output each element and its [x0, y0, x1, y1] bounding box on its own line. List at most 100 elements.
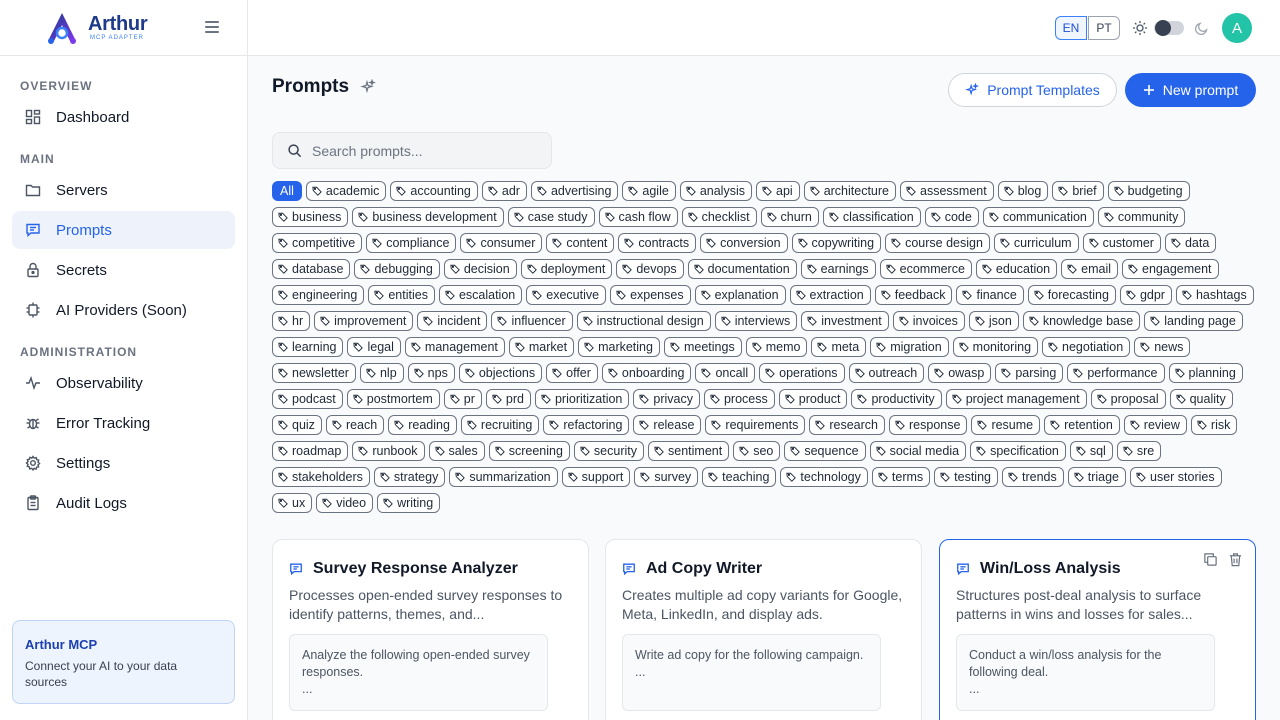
- tag-chip[interactable]: proposal: [1090, 389, 1166, 409]
- tag-chip[interactable]: release: [633, 415, 702, 435]
- tag-chip[interactable]: cash flow: [598, 207, 678, 227]
- theme-toggle[interactable]: [1154, 20, 1184, 36]
- tag-chip[interactable]: user stories: [1130, 467, 1222, 487]
- menu-toggle-icon[interactable]: [205, 21, 219, 33]
- tag-chip[interactable]: memo: [745, 337, 808, 357]
- tag-chip[interactable]: expenses: [610, 285, 691, 305]
- tag-chip[interactable]: quiz: [272, 415, 322, 435]
- tag-chip[interactable]: improvement: [314, 311, 414, 331]
- tag-chip[interactable]: oncall: [695, 363, 756, 383]
- tag-chip[interactable]: retention: [1044, 415, 1120, 435]
- trash-icon[interactable]: [1228, 552, 1243, 567]
- tag-all[interactable]: All: [272, 181, 302, 201]
- tag-chip[interactable]: architecture: [803, 181, 896, 201]
- tag-chip[interactable]: reading: [388, 415, 457, 435]
- tag-chip[interactable]: performance: [1067, 363, 1165, 383]
- tag-chip[interactable]: adr: [481, 181, 527, 201]
- tag-chip[interactable]: owasp: [928, 363, 992, 383]
- tag-chip[interactable]: seo: [733, 441, 781, 461]
- tag-chip[interactable]: hr: [272, 311, 311, 331]
- tag-chip[interactable]: newsletter: [272, 363, 356, 383]
- search-input[interactable]: [312, 142, 532, 159]
- tag-chip[interactable]: specification: [970, 441, 1066, 461]
- tag-chip[interactable]: summarization: [449, 467, 558, 487]
- tag-chip[interactable]: gdpr: [1119, 285, 1172, 305]
- tag-chip[interactable]: engineering: [272, 285, 365, 305]
- tag-chip[interactable]: api: [756, 181, 800, 201]
- tag-chip[interactable]: parsing: [995, 363, 1064, 383]
- tag-chip[interactable]: triage: [1067, 467, 1127, 487]
- tag-chip[interactable]: nps: [407, 363, 455, 383]
- prompt-card[interactable]: Win/Loss Analysis Structures post-deal a…: [939, 539, 1256, 720]
- sidebar-item-audit-logs[interactable]: Audit Logs: [12, 484, 235, 522]
- tag-chip[interactable]: video: [316, 493, 374, 513]
- tag-chip[interactable]: competitive: [272, 233, 363, 253]
- tag-chip[interactable]: engagement: [1122, 259, 1219, 279]
- tag-chip[interactable]: hashtags: [1175, 285, 1254, 305]
- tag-chip[interactable]: response: [889, 415, 968, 435]
- tag-chip[interactable]: finance: [956, 285, 1024, 305]
- tag-chip[interactable]: prd: [485, 389, 531, 409]
- tag-chip[interactable]: testing: [934, 467, 998, 487]
- tag-chip[interactable]: refactoring: [543, 415, 630, 435]
- tag-chip[interactable]: advertising: [530, 181, 619, 201]
- tag-chip[interactable]: feedback: [874, 285, 953, 305]
- tag-chip[interactable]: objections: [458, 363, 543, 383]
- sidebar-item-servers[interactable]: Servers: [12, 171, 235, 209]
- tag-chip[interactable]: instructional design: [576, 311, 711, 331]
- tag-chip[interactable]: json: [968, 311, 1019, 331]
- sidebar-item-observability[interactable]: Observability: [12, 364, 235, 402]
- tag-chip[interactable]: meetings: [663, 337, 742, 357]
- sidebar-item-prompts[interactable]: Prompts: [12, 211, 235, 249]
- tag-chip[interactable]: social media: [869, 441, 967, 461]
- tag-chip[interactable]: conversion: [700, 233, 788, 253]
- sidebar-item-settings[interactable]: Settings: [12, 444, 235, 482]
- tag-chip[interactable]: checklist: [681, 207, 757, 227]
- copy-icon[interactable]: [1203, 552, 1218, 567]
- tag-chip[interactable]: invoices: [892, 311, 965, 331]
- tag-chip[interactable]: outreach: [848, 363, 925, 383]
- tag-chip[interactable]: terms: [871, 467, 931, 487]
- tag-chip[interactable]: productivity: [851, 389, 942, 409]
- tag-chip[interactable]: business development: [352, 207, 504, 227]
- tag-chip[interactable]: project management: [945, 389, 1087, 409]
- tag-chip[interactable]: strategy: [373, 467, 446, 487]
- tag-chip[interactable]: management: [404, 337, 505, 357]
- tag-chip[interactable]: survey: [634, 467, 699, 487]
- tag-chip[interactable]: offer: [546, 363, 598, 383]
- tag-chip[interactable]: analysis: [679, 181, 752, 201]
- tag-chip[interactable]: marketing: [578, 337, 660, 357]
- tag-chip[interactable]: security: [573, 441, 644, 461]
- sidebar-item-dashboard[interactable]: Dashboard: [12, 98, 235, 136]
- tag-chip[interactable]: support: [561, 467, 631, 487]
- tag-chip[interactable]: classification: [822, 207, 921, 227]
- tag-chip[interactable]: consumer: [460, 233, 543, 253]
- brand[interactable]: Arthur MCP ADAPTER: [0, 0, 247, 56]
- sidebar-item-secrets[interactable]: Secrets: [12, 251, 235, 289]
- avatar[interactable]: A: [1222, 13, 1252, 43]
- tag-chip[interactable]: executive: [526, 285, 607, 305]
- tag-chip[interactable]: requirements: [705, 415, 806, 435]
- tag-chip[interactable]: prioritization: [534, 389, 630, 409]
- tag-chip[interactable]: interviews: [714, 311, 798, 331]
- tag-chip[interactable]: recruiting: [460, 415, 540, 435]
- tag-chip[interactable]: decision: [443, 259, 517, 279]
- tag-chip[interactable]: curriculum: [993, 233, 1079, 253]
- tag-chip[interactable]: community: [1097, 207, 1186, 227]
- tag-chip[interactable]: escalation: [438, 285, 523, 305]
- tag-chip[interactable]: monitoring: [952, 337, 1039, 357]
- tag-chip[interactable]: podcast: [272, 389, 343, 409]
- tag-chip[interactable]: email: [1061, 259, 1119, 279]
- tag-chip[interactable]: incident: [417, 311, 488, 331]
- language-en-button[interactable]: EN: [1055, 16, 1087, 40]
- tag-chip[interactable]: negotiation: [1042, 337, 1131, 357]
- tag-chip[interactable]: planning: [1168, 363, 1243, 383]
- tag-chip[interactable]: quality: [1169, 389, 1233, 409]
- prompt-templates-button[interactable]: Prompt Templates: [948, 73, 1117, 107]
- tag-chip[interactable]: news: [1134, 337, 1191, 357]
- tag-chip[interactable]: review: [1123, 415, 1187, 435]
- tag-chip[interactable]: product: [778, 389, 848, 409]
- tag-chip[interactable]: forecasting: [1027, 285, 1116, 305]
- tag-chip[interactable]: churn: [760, 207, 819, 227]
- tag-chip[interactable]: entities: [368, 285, 435, 305]
